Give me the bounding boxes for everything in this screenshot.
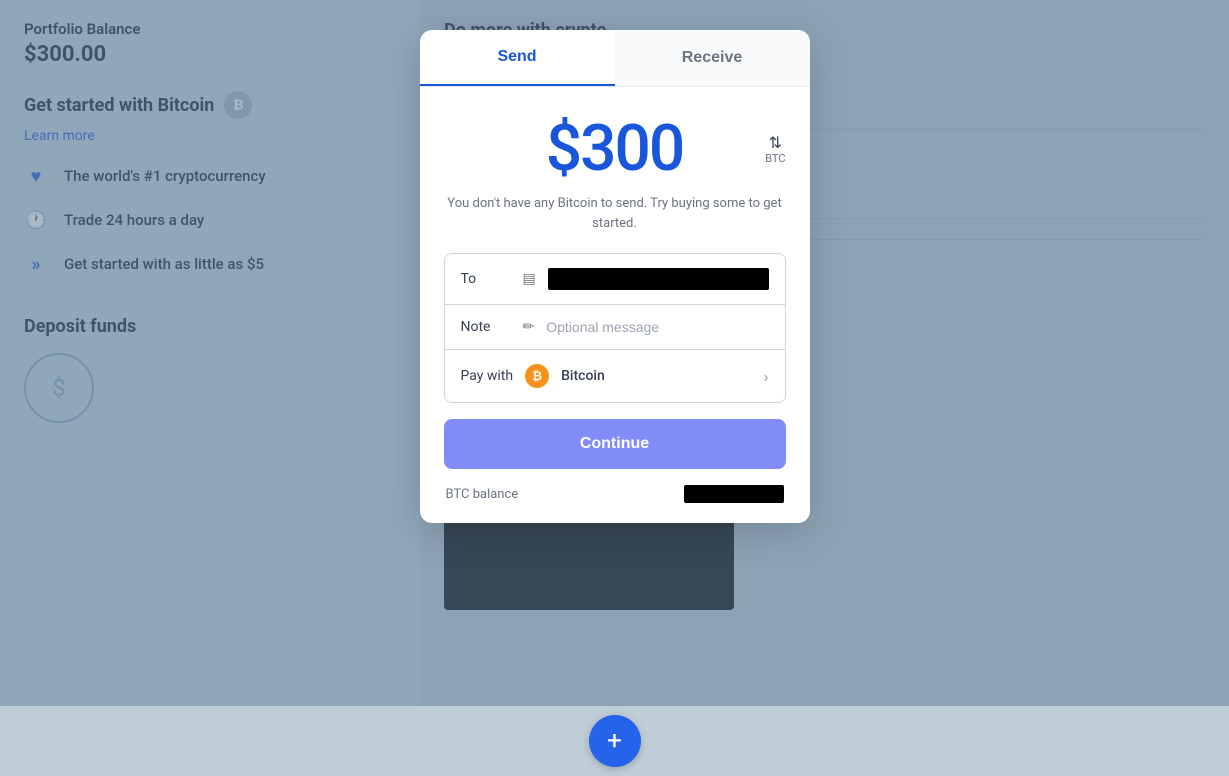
to-field: To ▤ bbox=[445, 254, 785, 305]
continue-button[interactable]: Continue bbox=[444, 419, 786, 469]
pay-with-field[interactable]: Pay with ₿ Bitcoin › bbox=[445, 350, 785, 402]
btc-balance-label: BTC balance bbox=[446, 487, 519, 502]
btc-balance-row: BTC balance bbox=[444, 485, 786, 503]
pay-with-row[interactable]: ₿ Bitcoin › bbox=[525, 364, 768, 388]
chevron-right-icon: › bbox=[764, 367, 769, 386]
pencil-icon: ✏ bbox=[523, 319, 535, 335]
note-input[interactable] bbox=[546, 319, 768, 335]
btc-balance-value bbox=[684, 485, 784, 503]
amount-row: $300 ⇅ BTC bbox=[444, 111, 786, 186]
pay-with-currency: Bitcoin bbox=[561, 368, 752, 384]
to-label: To bbox=[461, 271, 511, 287]
modal-tabs: Send Receive bbox=[420, 30, 810, 87]
amount-display: $300 bbox=[546, 111, 684, 186]
modal-overlay: Send Receive $300 ⇅ BTC You don't have a… bbox=[0, 0, 1229, 776]
address-book-icon: ▤ bbox=[523, 271, 536, 287]
to-address-input[interactable] bbox=[548, 268, 769, 290]
form-fields: To ▤ Note ✏ Pay with ₿ Bitcoin › bbox=[444, 253, 786, 403]
modal-body: $300 ⇅ BTC You don't have any Bitcoin to… bbox=[420, 87, 810, 523]
currency-label: BTC bbox=[765, 152, 785, 165]
send-receive-modal: Send Receive $300 ⇅ BTC You don't have a… bbox=[420, 30, 810, 523]
bitcoin-pay-icon: ₿ bbox=[525, 364, 549, 388]
pay-with-label: Pay with bbox=[461, 368, 514, 384]
currency-toggle[interactable]: ⇅ BTC bbox=[765, 133, 785, 165]
warning-text: You don't have any Bitcoin to send. Try … bbox=[444, 194, 786, 233]
send-tab[interactable]: Send bbox=[420, 30, 615, 86]
note-label: Note bbox=[461, 319, 511, 335]
toggle-arrows-icon: ⇅ bbox=[769, 133, 782, 152]
note-field[interactable]: Note ✏ bbox=[445, 305, 785, 350]
receive-tab[interactable]: Receive bbox=[615, 30, 810, 86]
